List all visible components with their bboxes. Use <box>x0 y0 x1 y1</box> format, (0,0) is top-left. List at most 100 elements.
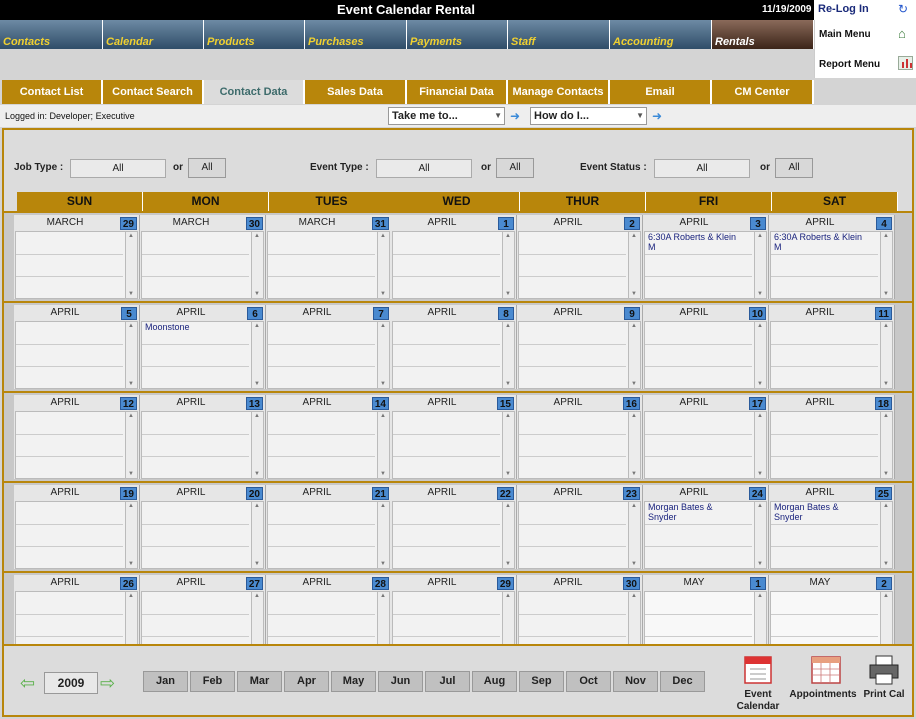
scroll-up-icon[interactable]: ▲ <box>380 233 386 239</box>
scroll-up-icon[interactable]: ▲ <box>505 593 511 599</box>
scroll-up-icon[interactable]: ▲ <box>128 233 134 239</box>
scrollbar[interactable]: ▲▼ <box>377 412 389 478</box>
event-type-all-button[interactable]: All <box>496 158 534 178</box>
event-entry[interactable]: 6:30A Roberts & Klein M <box>648 232 752 252</box>
scrollbar[interactable]: ▲▼ <box>880 232 892 298</box>
scrollbar[interactable]: ▲▼ <box>251 412 263 478</box>
report-menu-link[interactable]: Report Menu <box>819 59 880 70</box>
scrollbar[interactable]: ▲▼ <box>628 412 640 478</box>
cell-day-number[interactable]: 16 <box>622 397 640 410</box>
scroll-down-icon[interactable]: ▼ <box>128 381 134 387</box>
scrollbar[interactable]: ▲▼ <box>628 502 640 568</box>
appointments-icon[interactable] <box>808 654 844 686</box>
scrollbar[interactable]: ▲▼ <box>251 502 263 568</box>
appointments-label[interactable]: Appointments <box>787 689 859 701</box>
month-button-mar[interactable]: Mar <box>237 671 282 692</box>
scroll-down-icon[interactable]: ▼ <box>254 561 260 567</box>
scroll-up-icon[interactable]: ▲ <box>883 593 889 599</box>
module-tab-rentals[interactable]: Rentals <box>712 20 814 49</box>
scrollbar[interactable]: ▲▼ <box>251 232 263 298</box>
how-do-i-select[interactable]: How do I... ▼ <box>530 107 647 125</box>
event-entry[interactable]: Moonstone <box>145 322 249 332</box>
module-tab-accounting[interactable]: Accounting <box>610 20 712 49</box>
event-list[interactable]: ▲▼ <box>267 411 390 479</box>
day-cell[interactable]: APRIL 13 ▲ ▼ <box>140 395 266 479</box>
event-list[interactable]: ▲▼ <box>15 411 138 479</box>
event-list[interactable]: ▲▼ <box>15 501 138 569</box>
scrollbar[interactable]: ▲▼ <box>251 322 263 388</box>
scroll-up-icon[interactable]: ▲ <box>505 323 511 329</box>
event-list[interactable]: ▲▼ <box>644 321 767 389</box>
day-cell[interactable]: APRIL 11 ▲ ▼ <box>769 305 895 389</box>
scroll-up-icon[interactable]: ▲ <box>128 323 134 329</box>
scroll-down-icon[interactable]: ▼ <box>128 291 134 297</box>
go-arrow-icon[interactable]: ➜ <box>510 110 524 122</box>
go-arrow-icon[interactable]: ➜ <box>652 110 666 122</box>
scroll-up-icon[interactable]: ▲ <box>757 233 763 239</box>
cell-day-number[interactable]: 7 <box>373 307 389 320</box>
event-list[interactable]: ▲▼ <box>392 321 515 389</box>
module-tab-purchases[interactable]: Purchases <box>305 20 407 49</box>
main-menu-link[interactable]: Main Menu <box>819 29 871 40</box>
scrollbar[interactable]: ▲▼ <box>502 232 514 298</box>
cell-day-number[interactable]: 11 <box>875 307 892 320</box>
module-tab-staff[interactable]: Staff <box>508 20 610 49</box>
day-cell[interactable]: APRIL 3 ▲ ▼ 6:30A Roberts & Klein M <box>643 215 769 299</box>
scroll-up-icon[interactable]: ▲ <box>505 503 511 509</box>
month-button-jul[interactable]: Jul <box>425 671 470 692</box>
cell-day-number[interactable]: 19 <box>119 487 137 500</box>
event-entry[interactable]: 6:30A Roberts & Klein M <box>774 232 878 252</box>
scroll-down-icon[interactable]: ▼ <box>883 381 889 387</box>
scroll-up-icon[interactable]: ▲ <box>631 413 637 419</box>
scroll-up-icon[interactable]: ▲ <box>380 593 386 599</box>
module-tab-contacts[interactable]: Contacts <box>0 20 103 49</box>
cell-day-number[interactable]: 17 <box>748 397 766 410</box>
scroll-up-icon[interactable]: ▲ <box>128 593 134 599</box>
day-cell[interactable]: APRIL 22 ▲ ▼ <box>391 485 517 569</box>
cell-day-number[interactable]: 24 <box>748 487 766 500</box>
event-list[interactable]: ▲▼ <box>15 321 138 389</box>
module-tab-payments[interactable]: Payments <box>407 20 508 49</box>
event-status-all-button[interactable]: All <box>775 158 813 178</box>
event-entry[interactable]: Morgan Bates & Snyder <box>648 502 752 522</box>
event-type-field[interactable]: All <box>376 159 472 178</box>
scrollbar[interactable]: ▲▼ <box>125 502 137 568</box>
subtab-contact-data[interactable]: Contact Data <box>204 80 305 104</box>
printer-icon[interactable] <box>866 654 902 686</box>
job-type-all-button[interactable]: All <box>188 158 226 178</box>
scroll-down-icon[interactable]: ▼ <box>883 561 889 567</box>
scroll-down-icon[interactable]: ▼ <box>380 471 386 477</box>
event-list[interactable]: ▲▼ <box>141 231 264 299</box>
scroll-up-icon[interactable]: ▲ <box>883 233 889 239</box>
scroll-down-icon[interactable]: ▼ <box>883 291 889 297</box>
month-button-may[interactable]: May <box>331 671 376 692</box>
day-cell[interactable]: APRIL 23 ▲ ▼ <box>517 485 643 569</box>
scrollbar[interactable]: ▲▼ <box>754 232 766 298</box>
month-button-apr[interactable]: Apr <box>284 671 329 692</box>
cell-day-number[interactable]: 23 <box>622 487 640 500</box>
module-tab-products[interactable]: Products <box>204 20 305 49</box>
scroll-down-icon[interactable]: ▼ <box>380 291 386 297</box>
scrollbar[interactable]: ▲▼ <box>880 412 892 478</box>
cell-day-number[interactable]: 30 <box>245 217 263 230</box>
scrollbar[interactable]: ▲▼ <box>880 322 892 388</box>
scrollbar[interactable]: ▲▼ <box>125 322 137 388</box>
cell-day-number[interactable]: 2 <box>876 577 892 590</box>
event-list[interactable]: ▲▼ <box>518 501 641 569</box>
scrollbar[interactable]: ▲▼ <box>754 412 766 478</box>
previous-year-arrow-icon[interactable]: ⇦ <box>20 673 40 693</box>
scroll-down-icon[interactable]: ▼ <box>757 381 763 387</box>
day-cell[interactable]: APRIL 7 ▲ ▼ <box>266 305 392 389</box>
scrollbar[interactable]: ▲▼ <box>628 322 640 388</box>
job-type-field[interactable]: All <box>70 159 166 178</box>
day-cell[interactable]: APRIL 12 ▲ ▼ <box>14 395 140 479</box>
scroll-up-icon[interactable]: ▲ <box>128 503 134 509</box>
cell-day-number[interactable]: 29 <box>496 577 514 590</box>
day-cell[interactable]: APRIL 2 ▲ ▼ <box>517 215 643 299</box>
cell-day-number[interactable]: 21 <box>371 487 389 500</box>
event-list[interactable]: ▲ ▼ 6:30A Roberts & Klein M <box>770 231 893 299</box>
event-list[interactable]: ▲▼ <box>644 411 767 479</box>
cell-day-number[interactable]: 22 <box>496 487 514 500</box>
scrollbar[interactable]: ▲▼ <box>125 412 137 478</box>
cell-day-number[interactable]: 4 <box>876 217 892 230</box>
